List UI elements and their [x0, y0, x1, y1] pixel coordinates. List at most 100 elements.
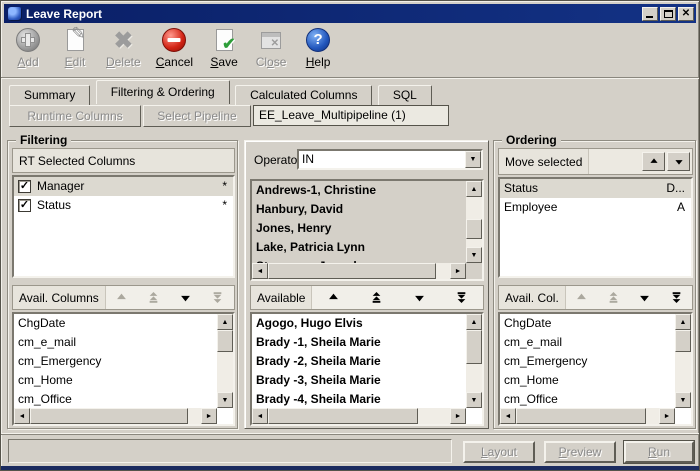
list-item[interactable]: cm_e_mail [500, 333, 675, 352]
list-item[interactable]: Brady -1, Sheila Marie [252, 333, 466, 352]
tab-filtering-ordering[interactable]: Filtering & Ordering [96, 80, 230, 104]
title-bar[interactable]: Leave Report ✕ [4, 4, 696, 23]
list-item[interactable]: Brady -2, Sheila Marie [252, 352, 466, 371]
move-down-icon[interactable] [179, 292, 192, 303]
scroll-down-icon[interactable]: ▼ [466, 392, 482, 408]
move-up-icon[interactable] [115, 292, 128, 303]
horizontal-scrollbar[interactable]: ◄ ► [252, 408, 466, 424]
scrollbar-thumb[interactable] [675, 330, 691, 352]
move-top-icon[interactable] [147, 292, 160, 303]
move-up-icon[interactable] [575, 292, 588, 303]
scrollbar-thumb[interactable] [30, 408, 188, 424]
move-bottom-icon[interactable] [211, 292, 224, 303]
list-item[interactable]: ChgDate [14, 314, 217, 333]
list-item[interactable]: cm_Emergency [500, 352, 675, 371]
scroll-right-icon[interactable]: ► [201, 408, 217, 424]
vertical-scrollbar[interactable]: ▲ ▼ [466, 181, 482, 263]
tab-calculated-columns[interactable]: Calculated Columns [235, 85, 372, 105]
help-button[interactable]: Help [299, 25, 337, 70]
scroll-right-icon[interactable]: ► [450, 408, 466, 424]
scrollbar-thumb[interactable] [268, 263, 436, 279]
scrollbar-thumb[interactable] [516, 408, 646, 424]
chevron-down-icon[interactable]: ▼ [465, 151, 481, 168]
select-pipeline-button[interactable]: Select Pipeline [143, 105, 251, 127]
maximize-button[interactable] [660, 7, 676, 21]
edit-button[interactable]: ✎ Edit [56, 25, 94, 70]
vertical-scrollbar[interactable]: ▲ ▼ [675, 314, 691, 408]
list-item[interactable]: Andrews-1, Christine [252, 181, 466, 200]
scrollbar-thumb[interactable] [466, 330, 482, 364]
checkbox[interactable]: ✓ [18, 180, 31, 193]
delete-button[interactable]: ✖ Delete [103, 25, 144, 70]
move-down-button[interactable] [667, 152, 690, 171]
scrollbar-thumb[interactable] [217, 330, 233, 352]
sort-order-list[interactable]: StatusD...EmployeeA [498, 177, 693, 278]
scroll-up-icon[interactable]: ▲ [466, 314, 482, 330]
move-down-icon[interactable] [638, 292, 651, 303]
layout-button[interactable]: Layout [463, 441, 535, 463]
scroll-down-icon[interactable]: ▼ [466, 247, 482, 263]
scroll-right-icon[interactable]: ► [659, 408, 675, 424]
preview-button[interactable]: Preview [544, 441, 616, 463]
minimize-button[interactable] [642, 7, 658, 21]
tab-summary[interactable]: Summary [9, 85, 90, 105]
move-bottom-icon[interactable] [670, 292, 683, 303]
rt-column-row[interactable]: ✓Manager* [14, 177, 233, 196]
scroll-up-icon[interactable]: ▲ [217, 314, 233, 330]
horizontal-scrollbar[interactable]: ◄ ► [500, 408, 675, 424]
horizontal-scrollbar[interactable]: ◄ ► [252, 263, 466, 279]
move-up-button[interactable] [642, 152, 665, 171]
list-item[interactable]: Lake, Patricia Lynn [252, 238, 466, 257]
horizontal-scrollbar[interactable]: ◄ ► [14, 408, 217, 424]
vertical-scrollbar[interactable]: ▲ ▼ [217, 314, 233, 408]
filtering-available-list[interactable]: ChgDatecm_e_mailcm_Emergencycm_Homecm_Of… [12, 312, 235, 426]
list-item[interactable]: cm_Office [14, 390, 217, 408]
move-top-icon[interactable] [370, 292, 383, 303]
list-item[interactable]: cm_Home [500, 371, 675, 390]
scroll-left-icon[interactable]: ◄ [252, 263, 268, 279]
ordering-available-list[interactable]: ChgDatecm_e_mailcm_Emergencycm_Homecm_Of… [498, 312, 693, 426]
selected-values-list[interactable]: Andrews-1, ChristineHanbury, DavidJones,… [250, 179, 484, 281]
operator-combobox[interactable]: IN ▼ [297, 149, 483, 170]
rt-column-row[interactable]: ✓Status* [14, 196, 233, 215]
available-values-list[interactable]: Agogo, Hugo ElvisBrady -1, Sheila MarieB… [250, 312, 484, 426]
tab-sql[interactable]: SQL [378, 85, 432, 105]
list-item[interactable]: cm_Emergency [14, 352, 217, 371]
close-report-button[interactable]: ✕ Close [252, 25, 290, 70]
scroll-down-icon[interactable]: ▼ [675, 392, 691, 408]
scrollbar-thumb[interactable] [466, 219, 482, 239]
close-button[interactable]: ✕ [678, 7, 694, 21]
runtime-columns-button[interactable]: Runtime Columns [9, 105, 141, 127]
move-bottom-icon[interactable] [455, 292, 468, 303]
save-button[interactable]: ✔ Save [205, 25, 243, 70]
rt-selected-columns-list[interactable]: ✓Manager*✓Status* [12, 175, 235, 278]
list-item[interactable]: Brady -4, Sheila Marie [252, 390, 466, 408]
list-item[interactable]: Hanbury, David [252, 200, 466, 219]
move-down-icon[interactable] [413, 292, 426, 303]
scroll-left-icon[interactable]: ◄ [500, 408, 516, 424]
move-up-icon[interactable] [327, 292, 340, 303]
vertical-scrollbar[interactable]: ▲ ▼ [466, 314, 482, 408]
cancel-button[interactable]: Cancel [153, 25, 196, 70]
scroll-left-icon[interactable]: ◄ [14, 408, 30, 424]
list-item[interactable]: cm_Home [14, 371, 217, 390]
run-button[interactable]: Run [624, 441, 694, 463]
move-top-icon[interactable] [607, 292, 620, 303]
scrollbar-thumb[interactable] [268, 408, 418, 424]
list-item[interactable]: cm_e_mail [14, 333, 217, 352]
checkbox[interactable]: ✓ [18, 199, 31, 212]
scroll-up-icon[interactable]: ▲ [466, 181, 482, 197]
list-item[interactable]: Agogo, Hugo Elvis [252, 314, 466, 333]
list-item[interactable]: Jones, Henry [252, 219, 466, 238]
add-button[interactable]: Add [9, 25, 47, 70]
sort-order-row[interactable]: StatusD... [500, 179, 691, 198]
pipeline-tab[interactable]: EE_Leave_Multipipeline (1) [253, 105, 449, 126]
list-item[interactable]: cm_Office [500, 390, 675, 408]
scroll-down-icon[interactable]: ▼ [217, 392, 233, 408]
scroll-up-icon[interactable]: ▲ [675, 314, 691, 330]
scroll-left-icon[interactable]: ◄ [252, 408, 268, 424]
scroll-right-icon[interactable]: ► [450, 263, 466, 279]
list-item[interactable]: Brady -3, Sheila Marie [252, 371, 466, 390]
sort-order-row[interactable]: EmployeeA [500, 198, 691, 217]
list-item[interactable]: ChgDate [500, 314, 675, 333]
